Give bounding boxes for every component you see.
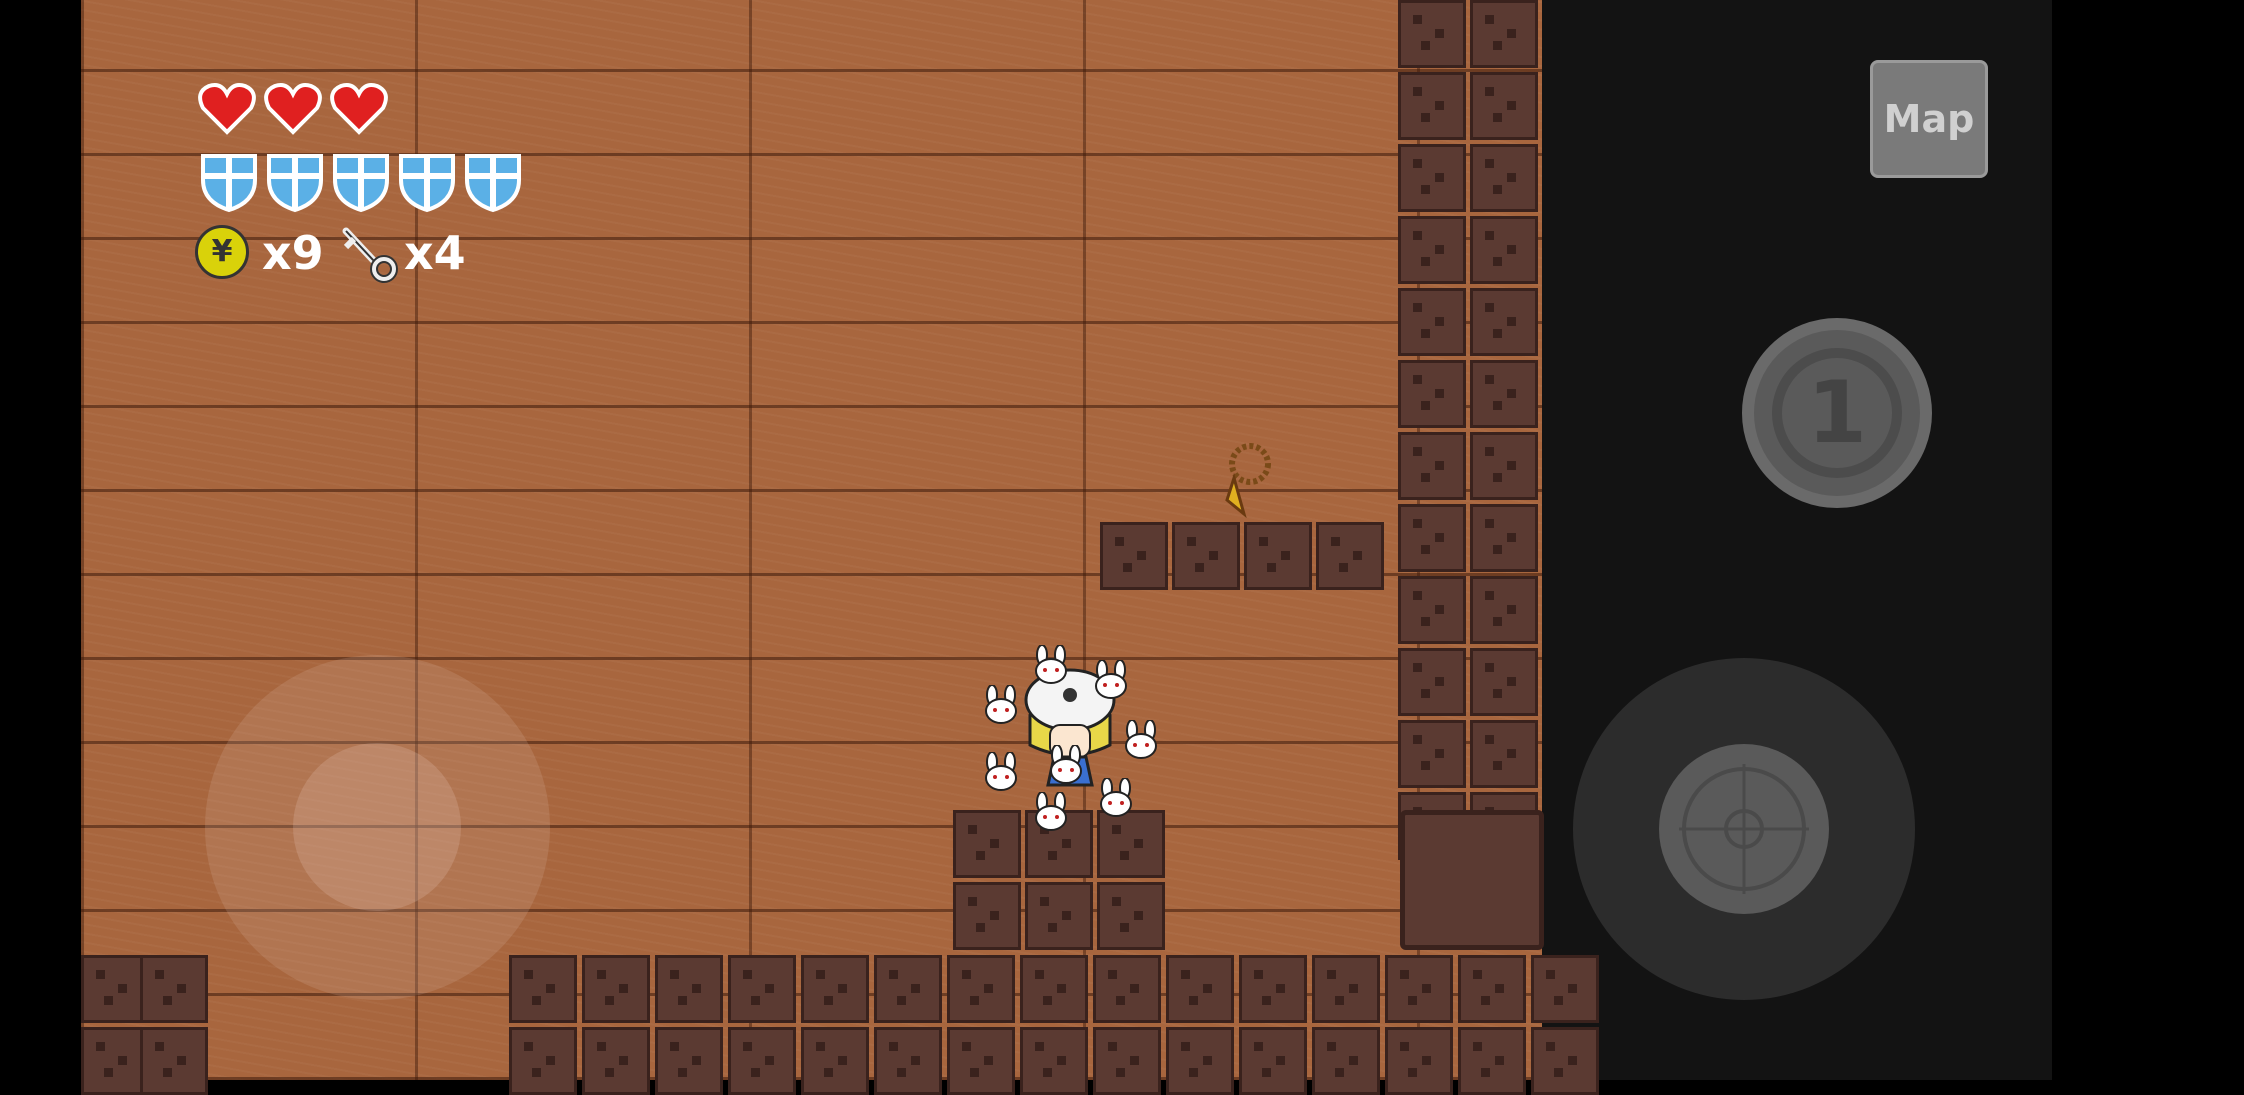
stone-block: [1239, 955, 1307, 1023]
stone-block: [801, 1027, 869, 1095]
stone-block: [1470, 216, 1538, 284]
stone-block: [1398, 72, 1466, 140]
stone-block: [582, 1027, 650, 1095]
stone-block: [1470, 0, 1538, 68]
stone-block: [1398, 144, 1466, 212]
crosshair-icon: [1679, 764, 1809, 894]
shield-icon: [267, 154, 323, 213]
stone-block: [1531, 1027, 1599, 1095]
skill-label: 1: [1772, 348, 1902, 478]
bunny-icon: [985, 752, 1017, 791]
shield-icon: [465, 154, 521, 213]
stone-block: [1470, 144, 1538, 212]
stone-block: [1458, 955, 1526, 1023]
coin-count: x9: [262, 226, 324, 280]
stone-block: [1097, 882, 1165, 950]
shield-icon: [333, 154, 389, 213]
bunny-icon: [1095, 660, 1127, 699]
stone-block: [728, 1027, 796, 1095]
move-joystick-knob[interactable]: [293, 743, 461, 911]
stone-block: [1398, 360, 1466, 428]
stone-block: [1100, 522, 1168, 590]
stone-block: [801, 955, 869, 1023]
key-icon: [342, 227, 398, 283]
stone-block: [81, 955, 149, 1023]
stone-block: [1385, 955, 1453, 1023]
stone-block: [1312, 1027, 1380, 1095]
heart-icon: [198, 83, 256, 135]
bunny-icon: [1125, 720, 1157, 759]
health-hearts: [197, 80, 389, 136]
yen-coin-icon: ¥: [195, 225, 249, 279]
stone-block: [1470, 72, 1538, 140]
large-stone-block: [1400, 810, 1544, 950]
stone-block: [947, 1027, 1015, 1095]
stone-block: [728, 955, 796, 1023]
stone-block: [1093, 955, 1161, 1023]
armor-shields: [199, 150, 523, 214]
stone-block: [1093, 1027, 1161, 1095]
stone-block: [1458, 1027, 1526, 1095]
stone-block: [947, 955, 1015, 1023]
stone-block: [1385, 1027, 1453, 1095]
stone-block: [1244, 522, 1312, 590]
stone-block: [953, 882, 1021, 950]
stone-block: [1470, 288, 1538, 356]
stone-block: [582, 955, 650, 1023]
stone-block: [874, 1027, 942, 1095]
stone-block: [1166, 955, 1234, 1023]
stone-block: [1470, 648, 1538, 716]
stone-block: [1531, 955, 1599, 1023]
map-button[interactable]: Map: [1870, 60, 1988, 178]
bunny-icon: [1035, 645, 1067, 684]
stone-block: [1312, 955, 1380, 1023]
aim-joystick[interactable]: [1573, 658, 1915, 1000]
stone-block: [1398, 432, 1466, 500]
stone-block: [1398, 720, 1466, 788]
stone-block: [1398, 576, 1466, 644]
key-count: x4: [404, 226, 466, 280]
stone-block: [1398, 0, 1466, 68]
move-joystick[interactable]: [205, 655, 550, 1000]
stone-block: [1470, 360, 1538, 428]
stone-block: [509, 1027, 577, 1095]
stone-block: [1398, 216, 1466, 284]
stone-block: [1316, 522, 1384, 590]
stone-block: [509, 955, 577, 1023]
stone-block: [1239, 1027, 1307, 1095]
stone-block: [1097, 810, 1165, 878]
bunny-icon: [1050, 745, 1082, 784]
stone-block: [655, 955, 723, 1023]
stone-block: [655, 1027, 723, 1095]
skill-button[interactable]: 1: [1742, 318, 1932, 508]
stone-block: [1398, 648, 1466, 716]
bunny-icon: [985, 685, 1017, 724]
stone-block: [1470, 576, 1538, 644]
stone-block: [81, 1027, 149, 1095]
prayer-beads-item: [1225, 443, 1271, 519]
stone-block: [1398, 504, 1466, 572]
stone-block: [953, 810, 1021, 878]
stone-block: [1025, 882, 1093, 950]
stone-block: [140, 1027, 208, 1095]
shield-icon: [399, 154, 455, 213]
heart-icon: [264, 83, 322, 135]
heart-icon: [330, 83, 388, 135]
bunny-icon: [1100, 778, 1132, 817]
stone-block: [874, 955, 942, 1023]
stone-block: [140, 955, 208, 1023]
stone-block: [1020, 1027, 1088, 1095]
stone-block: [1398, 288, 1466, 356]
aim-joystick-knob[interactable]: [1659, 744, 1829, 914]
shield-icon: [201, 154, 257, 213]
stone-block: [1172, 522, 1240, 590]
stone-block: [1470, 720, 1538, 788]
bunny-icon: [1035, 792, 1067, 831]
stone-block: [1470, 504, 1538, 572]
stone-block: [1020, 955, 1088, 1023]
stone-block: [1166, 1027, 1234, 1095]
stone-block: [1470, 432, 1538, 500]
